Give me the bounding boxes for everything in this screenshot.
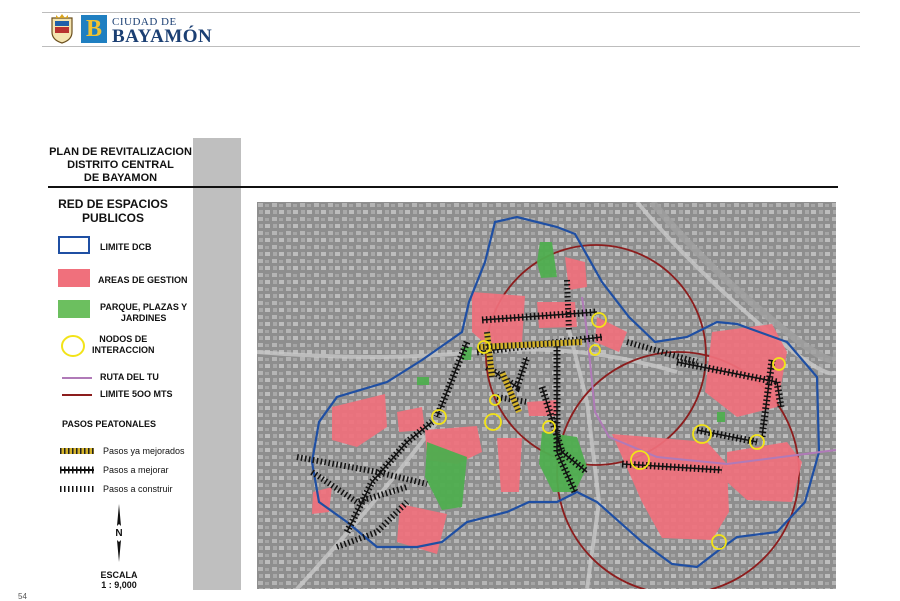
legend-label-pasos-a-construir: Pasos a construir bbox=[103, 484, 173, 494]
legend-label-areas-gestion: AREAS DE GESTION bbox=[98, 275, 188, 285]
scale-value: 1 : 9,000 bbox=[101, 580, 137, 590]
legend-label-line: NODOS DE bbox=[99, 334, 148, 344]
legend-label-line: INTERACCION bbox=[92, 345, 155, 355]
legend-swatch-areas-gestion bbox=[58, 269, 90, 287]
legend-swatch-ruta-tu bbox=[62, 377, 92, 379]
legend-label-limite-dcb: LIMITE DCB bbox=[100, 242, 152, 252]
north-arrow-icon: N bbox=[115, 504, 123, 562]
title-divider bbox=[48, 186, 838, 188]
plan-title-line: DISTRITO CENTRAL bbox=[67, 159, 174, 171]
scale: ESCALA 1 : 9,000 bbox=[84, 570, 154, 590]
legend-heading-line: PUBLICOS bbox=[81, 211, 144, 225]
scale-label: ESCALA bbox=[100, 570, 138, 580]
legend-label-ruta-tu: RUTA DEL TU bbox=[100, 372, 159, 382]
legend-swatch-nodos-icon bbox=[61, 335, 85, 357]
header-top-rule bbox=[42, 12, 860, 13]
city-name: BAYAMÓN bbox=[112, 26, 213, 47]
legend-label-pasos-mejorados: Pasos ya mejorados bbox=[103, 446, 185, 456]
city-seal-icon bbox=[51, 14, 73, 44]
north-label: N bbox=[115, 528, 122, 539]
legend-label-line: PARQUE, PLAZAS Y bbox=[100, 302, 188, 312]
legend-pasos-heading: PASOS PEATONALES bbox=[62, 419, 157, 429]
legend-label-pasos-a-mejorar: Pasos a mejorar bbox=[103, 465, 169, 475]
legend-heading: RED DE ESPACIOS PUBLICOS bbox=[52, 197, 174, 225]
legend-swatch-pasos-mejorados bbox=[60, 448, 94, 454]
map-view bbox=[257, 202, 836, 589]
legend-swatch-pasos-a-mejorar bbox=[60, 466, 94, 474]
legend-swatch-limite-dcb bbox=[58, 236, 90, 254]
legend-label-line: JARDINES bbox=[120, 313, 167, 323]
plan-title-line: DE BAYAMON bbox=[83, 172, 158, 184]
legend-label-parques: PARQUE, PLAZAS Y JARDINES bbox=[100, 302, 187, 324]
legend-label-nodos: NODOS DE INTERACCION bbox=[92, 334, 155, 356]
legend-swatch-limite-500 bbox=[62, 394, 92, 396]
city-logo-b: B bbox=[81, 15, 107, 43]
legend-label-limite-500: LIMITE 5OO MTS bbox=[100, 389, 173, 399]
legend-swatch-pasos-a-construir bbox=[60, 486, 94, 492]
map-svg bbox=[257, 202, 836, 589]
gray-sidebar-column bbox=[193, 138, 241, 590]
plan-title-line: PLAN DE REVITALIZACION bbox=[49, 146, 192, 158]
legend-swatch-parques bbox=[58, 300, 90, 318]
legend-heading-line: RED DE ESPACIOS bbox=[58, 197, 168, 211]
plan-title: PLAN DE REVITALIZACION DISTRITO CENTRAL … bbox=[48, 146, 193, 185]
